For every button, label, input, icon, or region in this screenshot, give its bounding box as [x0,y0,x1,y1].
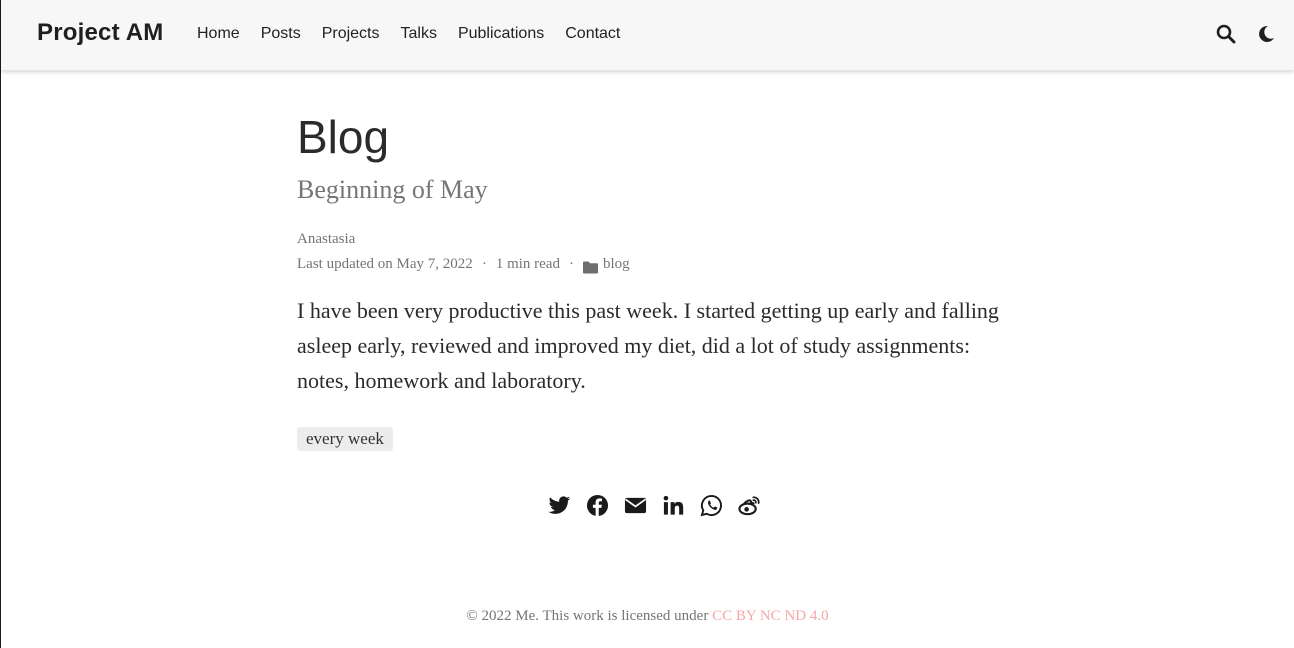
meta-separator: · [481,256,487,273]
tag-badge[interactable]: every week [297,427,393,452]
category-link[interactable]: blog [603,252,630,277]
last-updated: Last updated on May 7, 2022 [297,256,473,273]
page-title: Blog [297,111,390,163]
twitter-icon[interactable] [548,494,571,517]
navbar: Project AM Home Posts Projects Talks Pub… [1,0,1294,71]
nav-contact[interactable]: Contact [565,25,620,43]
article-meta: Anastasia Last updated on May 7, 2022 · … [297,227,1017,277]
nav-posts[interactable]: Posts [261,25,301,43]
nav-links: Home Posts Projects Talks Publications C… [197,25,641,43]
nav-talks[interactable]: Talks [401,25,437,43]
share-icons [548,494,761,517]
brand-logo[interactable]: Project AM [37,19,163,47]
footer-text: © 2022 Me. This work is licensed under [466,608,709,624]
nav-home[interactable]: Home [197,25,240,43]
meta-separator: · [568,256,574,273]
article-subtitle: Beginning of May [297,175,488,205]
email-icon[interactable] [624,494,647,517]
license-link[interactable]: CC BY NC ND 4.0 [712,608,829,624]
search-icon[interactable] [1216,24,1236,44]
nav-icons [1216,24,1276,44]
folder-icon [582,258,598,274]
linkedin-icon[interactable] [662,494,685,517]
nav-publications[interactable]: Publications [458,25,544,43]
footer: © 2022 Me. This work is licensed under C… [1,608,1294,625]
moon-icon[interactable] [1256,24,1276,44]
facebook-icon[interactable] [586,494,609,517]
article: Blog Beginning of May Anastasia Last upd… [297,110,1017,452]
article-body: I have been very productive this past we… [297,298,999,394]
author-name[interactable]: Anastasia [297,227,355,252]
read-time: 1 min read [495,256,560,273]
whatsapp-icon[interactable] [700,494,723,517]
nav-projects[interactable]: Projects [322,25,380,43]
weibo-icon[interactable] [738,494,761,517]
